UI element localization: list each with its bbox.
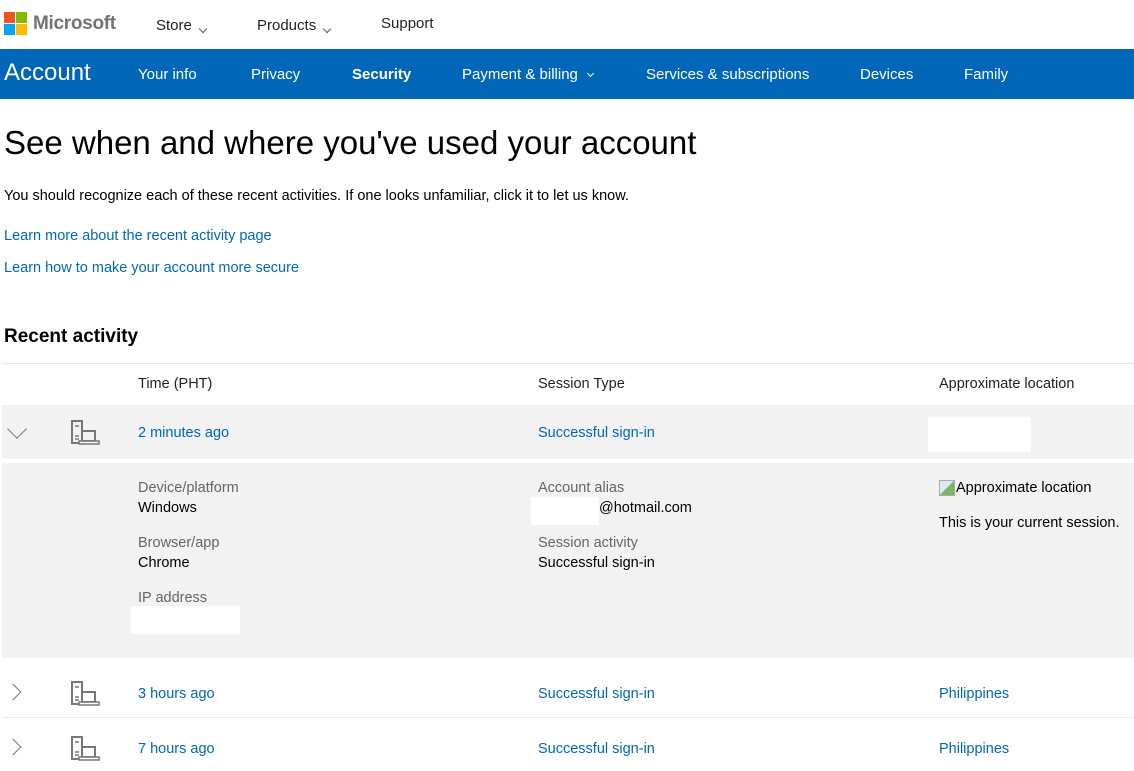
redacted-alias (531, 497, 599, 525)
redacted-location (928, 417, 1031, 452)
topnav-store-label: Store (156, 17, 192, 34)
location-link[interactable]: Philippines (939, 741, 1009, 757)
activity-time-link[interactable]: 2 minutes ago (138, 425, 229, 441)
approximate-location-map: Approximate location (939, 480, 1091, 496)
session-activity-value: Successful sign-in (538, 555, 655, 571)
browser-app-value: Chrome (138, 555, 190, 571)
device-platform-value: Windows (138, 500, 197, 516)
current-session-note: This is your current session. (939, 515, 1120, 531)
nav-privacy[interactable]: Privacy (251, 66, 300, 83)
microsoft-wordmark: Microsoft (33, 12, 116, 34)
desktop-laptop-icon (71, 736, 100, 761)
microsoft-logo-icon (4, 12, 27, 35)
session-type-link[interactable]: Successful sign-in (538, 686, 655, 702)
nav-label: Family (964, 66, 1009, 83)
account-alias-label: Account alias (538, 480, 625, 496)
ip-address-label: IP address (138, 590, 208, 606)
divider (2, 363, 1134, 364)
recent-activity-heading: Recent activity (4, 326, 139, 347)
chevron-right-icon[interactable] (4, 738, 22, 756)
session-activity-label: Session activity (538, 535, 638, 551)
column-header-location: Approximate location (939, 376, 1075, 392)
nav-label: Security (352, 66, 412, 83)
account-title[interactable]: Account (4, 59, 91, 87)
activity-row[interactable]: 2 minutes ago Successful sign-in (2, 405, 1134, 459)
nav-security[interactable]: Security (352, 66, 411, 83)
topnav-support[interactable]: Support (381, 15, 434, 32)
desktop-laptop-icon (71, 681, 100, 706)
column-header-session-type: Session Type (538, 376, 625, 392)
nav-label: Devices (860, 66, 914, 83)
topnav-store[interactable]: Store (156, 17, 208, 34)
activity-row[interactable]: 7 hours ago Successful sign-in Philippin… (2, 721, 1134, 771)
top-bar: Microsoft Store Products Support (0, 0, 1134, 49)
nav-payment-billing[interactable]: Payment & billing (462, 66, 594, 83)
nav-devices[interactable]: Devices (860, 66, 913, 83)
nav-your-info[interactable]: Your info (138, 66, 197, 83)
chevron-down-icon (586, 69, 594, 77)
topnav-support-label: Support (381, 15, 434, 32)
learn-more-recent-activity-link[interactable]: Learn more about the recent activity pag… (4, 228, 272, 244)
nav-family[interactable]: Family (964, 66, 1008, 83)
microsoft-logo[interactable]: Microsoft (4, 12, 116, 35)
intro-text: You should recognize each of these recen… (4, 188, 629, 204)
account-alias-domain: @hotmail.com (599, 500, 692, 516)
session-type-link[interactable]: Successful sign-in (538, 425, 655, 441)
chevron-down-icon[interactable] (7, 419, 27, 439)
browser-app-label: Browser/app (138, 535, 220, 551)
desktop-laptop-icon (71, 420, 100, 445)
page-title: See when and where you've used your acco… (4, 124, 697, 161)
map-alt-text: Approximate location (956, 480, 1092, 496)
learn-account-secure-link[interactable]: Learn how to make your account more secu… (4, 260, 299, 276)
session-type-link[interactable]: Successful sign-in (538, 741, 655, 757)
activity-details: Device/platform Windows Browser/app Chro… (2, 463, 1134, 658)
broken-image-icon (939, 480, 955, 496)
activity-time-link[interactable]: 3 hours ago (138, 686, 215, 702)
chevron-down-icon (322, 24, 332, 33)
location-link[interactable]: Philippines (939, 686, 1009, 702)
nav-label: Payment & billing (462, 66, 578, 83)
nav-label: Privacy (251, 66, 301, 83)
nav-services-subscriptions[interactable]: Services & subscriptions (646, 66, 809, 83)
redacted-ip-address (131, 606, 240, 634)
chevron-right-icon[interactable] (4, 683, 22, 701)
activity-time-link[interactable]: 7 hours ago (138, 741, 215, 757)
nav-label: Services & subscriptions (646, 66, 810, 83)
chevron-down-icon (198, 24, 208, 33)
topnav-products-label: Products (257, 17, 317, 34)
nav-label: Your info (138, 66, 197, 83)
column-header-time: Time (PHT) (138, 376, 213, 392)
account-nav: Account Your info Privacy Security Payme… (0, 49, 1134, 99)
activity-row[interactable]: 3 hours ago Successful sign-in Philippin… (2, 666, 1134, 718)
topnav-products[interactable]: Products (257, 17, 332, 34)
device-platform-label: Device/platform (138, 480, 239, 496)
